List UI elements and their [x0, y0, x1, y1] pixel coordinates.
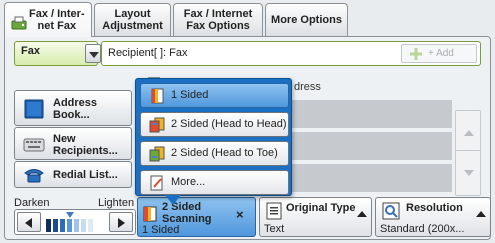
fax-icon [11, 16, 27, 30]
resolution-value: Standard (200x... [380, 223, 465, 235]
darken-button[interactable] [17, 212, 41, 232]
tab-more-options[interactable]: More Options [265, 3, 348, 36]
original-type-title: Original Type [286, 202, 356, 214]
resolution-icon [382, 202, 400, 220]
tab-label: More Options [271, 14, 342, 26]
density-scale [46, 212, 93, 232]
lighten-label: Lighten [98, 197, 135, 209]
tab-bar: Fax / Inter- net Fax Layout Adjustment F… [0, 0, 495, 37]
address-book-label: Address Book... [53, 97, 98, 121]
original-type-value: Text [264, 223, 285, 235]
chevron-up-icon [357, 211, 367, 217]
tab-fax-internet-fax-options[interactable]: Fax / Internet Fax Options [173, 3, 263, 36]
two-sided-scanning-popup: 1 Sided 2 Sided (Head to Head) 2 Sided (… [135, 78, 292, 196]
document-text-icon [266, 202, 282, 220]
head-to-head-icon [149, 117, 165, 133]
add-button[interactable]: + Add [401, 44, 477, 63]
option-label: More... [171, 176, 206, 188]
option-label: 1 Sided [171, 89, 209, 101]
option-2-sided-head-to-toe[interactable]: 2 Sided (Head to Toe) [140, 141, 289, 166]
address-column-header: dress [294, 81, 321, 93]
close-icon[interactable]: × [236, 207, 244, 222]
recipient-field-text: Recipient[ ]: Fax [108, 47, 188, 59]
darken-label: Darken [14, 197, 50, 209]
two-sided-scanning-button[interactable]: 2 Sided Scanning 1 Sided × [137, 197, 256, 237]
chevron-down-icon[interactable] [85, 44, 101, 63]
chevron-up-icon [476, 211, 486, 217]
density-indicator [66, 212, 74, 218]
one-sided-icon [143, 206, 157, 222]
address-book-button[interactable]: Address Book... [14, 90, 132, 126]
option-label: 2 Sided (Head to Head) [171, 118, 287, 130]
head-to-toe-icon [149, 146, 165, 162]
more-icon [150, 175, 163, 191]
option-label: 2 Sided (Head to Toe) [171, 147, 278, 159]
original-type-button[interactable]: Original Type Text [259, 197, 372, 237]
redial-list-button[interactable]: Redial List... [14, 161, 132, 188]
option-1-sided[interactable]: 1 Sided [140, 83, 289, 108]
option-2-sided-head-to-head[interactable]: 2 Sided (Head to Head) [140, 112, 289, 137]
address-book-icon [24, 99, 44, 119]
tab-label: Layout Adjustment [102, 8, 163, 32]
option-more[interactable]: More... [140, 170, 289, 195]
tab-label: Fax / Internet Fax Options [183, 8, 253, 32]
recipient-field[interactable]: Recipient[ ]: Fax + Add [101, 41, 481, 66]
resolution-title: Resolution [406, 202, 463, 214]
fax-mode-value: Fax [21, 45, 40, 57]
two-sided-scanning-value: 1 Sided [142, 224, 180, 236]
popup-pointer [165, 195, 181, 205]
tab-label: Fax / Inter- net Fax [29, 8, 85, 32]
keyboard-icon [23, 138, 45, 152]
tab-layout-adjustment[interactable]: Layout Adjustment [94, 3, 171, 36]
redial-list-label: Redial List... [53, 169, 118, 181]
telephone-icon [24, 169, 44, 183]
density-control [14, 209, 136, 235]
add-button-label: + Add [428, 48, 454, 59]
scroll-down-button[interactable] [455, 150, 481, 196]
one-sided-icon [151, 88, 164, 104]
add-recipient-icon [410, 48, 422, 60]
resolution-button[interactable]: Resolution Standard (200x... [375, 197, 491, 237]
fax-mode-select[interactable]: Fax [14, 41, 101, 66]
new-recipients-button[interactable]: New Recipients... [14, 127, 132, 160]
lighten-button[interactable] [109, 212, 133, 232]
tab-fax-internet-fax[interactable]: Fax / Inter- net Fax [4, 2, 92, 37]
new-recipients-label: New Recipients... [53, 133, 118, 157]
